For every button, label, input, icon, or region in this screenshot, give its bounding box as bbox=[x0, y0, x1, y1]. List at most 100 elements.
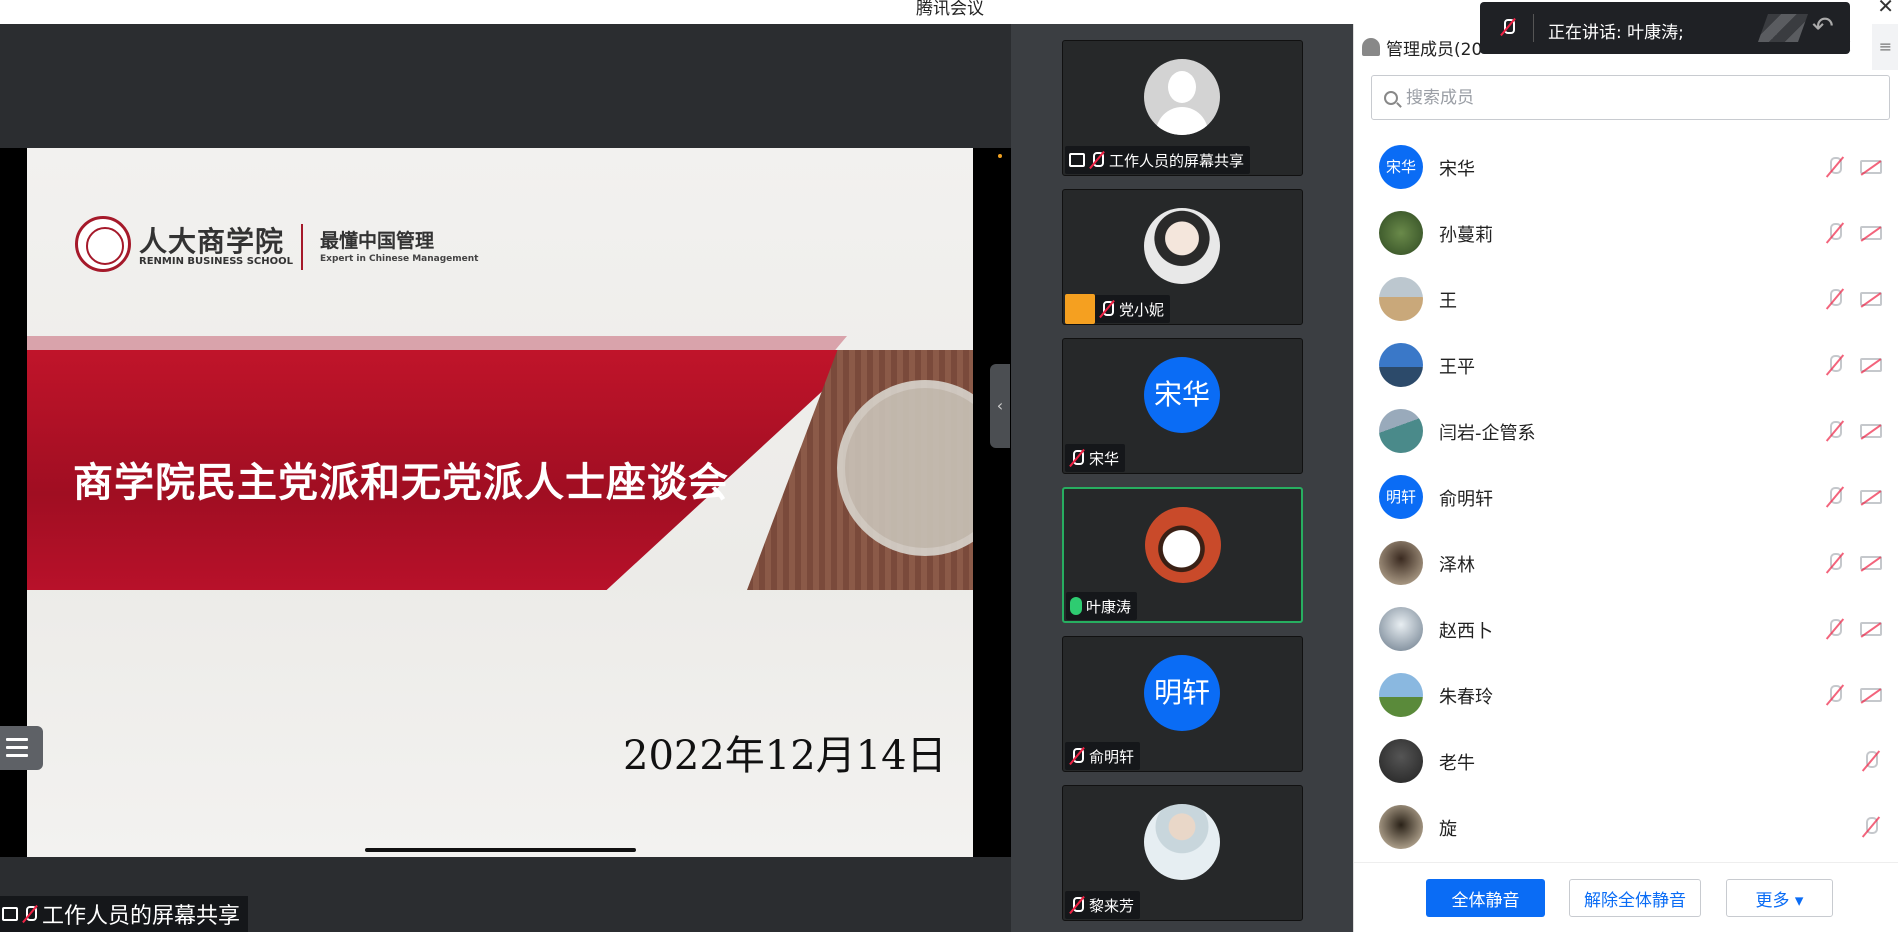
mic-off-icon bbox=[1099, 300, 1115, 318]
avatar bbox=[1379, 343, 1423, 387]
tile-name-tag: 宋华 bbox=[1065, 444, 1126, 472]
tile-name: 党小妮 bbox=[1119, 300, 1165, 319]
avatar bbox=[1379, 211, 1423, 255]
member-row[interactable]: 赵西卜 bbox=[1354, 596, 1898, 662]
member-name: 旋 bbox=[1439, 819, 1457, 840]
member-row[interactable]: 闫岩-企管系 bbox=[1354, 398, 1898, 464]
member-name: 赵西卜 bbox=[1439, 621, 1493, 642]
member-row[interactable]: 旋 bbox=[1354, 794, 1898, 860]
mute-all-button[interactable]: 全体静音 bbox=[1426, 879, 1545, 917]
camera-off-icon[interactable] bbox=[1860, 292, 1882, 306]
school-seal-icon bbox=[75, 216, 131, 272]
member-search[interactable] bbox=[1371, 75, 1890, 120]
avatar: 明轩 bbox=[1144, 655, 1220, 731]
member-row[interactable]: 孙蔓莉 bbox=[1354, 200, 1898, 266]
slide-headline: 商学院民主党派和无党派人士座谈会 bbox=[73, 460, 729, 506]
camera-off-icon[interactable] bbox=[1860, 622, 1882, 636]
mic-off-icon[interactable] bbox=[1824, 288, 1846, 310]
mic-off-icon[interactable] bbox=[1860, 816, 1882, 838]
more-button[interactable]: 更多 ▾ bbox=[1726, 879, 1833, 917]
slide-frame: 人大商学院 RENMIN BUSINESS SCHOOL 最懂中国管理 Expe… bbox=[0, 148, 1011, 857]
video-tile-active-speaker[interactable]: 叶康涛 bbox=[1062, 487, 1303, 623]
camera-off-icon[interactable] bbox=[1860, 688, 1882, 702]
video-tile[interactable]: 黎来芳 bbox=[1062, 785, 1303, 921]
members-panel-title: 管理成员(20 bbox=[1386, 39, 1483, 60]
member-row[interactable]: 老牛 bbox=[1354, 728, 1898, 794]
avatar bbox=[1379, 673, 1423, 717]
mic-off-icon[interactable] bbox=[1824, 552, 1846, 574]
avatar bbox=[1145, 507, 1221, 583]
logo-text-en: RENMIN BUSINESS SCHOOL bbox=[139, 256, 294, 267]
members-icon bbox=[1362, 38, 1380, 56]
member-row[interactable]: 王平 bbox=[1354, 332, 1898, 398]
video-tile[interactable]: 工作人员的屏幕共享 bbox=[1062, 40, 1303, 176]
members-panel-footer: 全体静音 解除全体静音 更多 ▾ bbox=[1354, 862, 1898, 932]
member-row[interactable]: 明轩 俞明轩 bbox=[1354, 464, 1898, 530]
avatar bbox=[1379, 541, 1423, 585]
search-input[interactable] bbox=[1406, 87, 1866, 108]
slide-date: 2022年12月14日 bbox=[623, 733, 947, 779]
shared-slide: 人大商学院 RENMIN BUSINESS SCHOOL 最懂中国管理 Expe… bbox=[27, 148, 973, 857]
video-tile[interactable]: 党小妮 bbox=[1062, 189, 1303, 325]
default-avatar-icon bbox=[1144, 59, 1220, 135]
screen-share-icon bbox=[1069, 153, 1085, 167]
mic-off-icon[interactable] bbox=[1824, 156, 1846, 178]
mic-off-icon[interactable] bbox=[1824, 486, 1846, 508]
camera-off-icon[interactable] bbox=[1860, 358, 1882, 372]
mic-off-icon[interactable] bbox=[1824, 684, 1846, 706]
camera-off-icon[interactable] bbox=[1860, 160, 1882, 174]
toast-decoration bbox=[1758, 14, 1808, 42]
member-row[interactable]: 泽林 bbox=[1354, 530, 1898, 596]
tile-name-tag: 叶康涛 bbox=[1066, 592, 1138, 620]
screen-share-icon bbox=[2, 907, 18, 921]
window-title: 腾讯会议 bbox=[916, 0, 984, 19]
tagline-en: Expert in Chinese Management bbox=[320, 254, 479, 264]
window-close-icon[interactable]: ✕ bbox=[1877, 0, 1894, 18]
member-row[interactable]: 王 bbox=[1354, 266, 1898, 332]
speaking-text: 正在讲话: 叶康涛; bbox=[1548, 23, 1684, 43]
avatar bbox=[1144, 208, 1220, 284]
tile-name: 黎来芳 bbox=[1089, 896, 1135, 915]
camera-off-icon[interactable] bbox=[1860, 490, 1882, 504]
mic-off-icon[interactable] bbox=[1860, 750, 1882, 772]
member-name: 王平 bbox=[1439, 357, 1475, 378]
search-icon bbox=[1384, 90, 1398, 105]
camera-off-icon[interactable] bbox=[1860, 556, 1882, 570]
mic-off-icon bbox=[1069, 896, 1085, 914]
tile-name: 工作人员的屏幕共享 bbox=[1109, 151, 1245, 170]
mic-off-icon[interactable] bbox=[1824, 222, 1846, 244]
list-menu-button[interactable] bbox=[0, 726, 43, 770]
mic-off-icon[interactable] bbox=[1500, 18, 1516, 36]
avatar: 宋华 bbox=[1379, 145, 1423, 189]
collapse-panel-button[interactable]: ‹ bbox=[990, 364, 1010, 448]
tile-name-tag: 俞明轩 bbox=[1065, 742, 1141, 770]
mic-off-icon[interactable] bbox=[1824, 420, 1846, 442]
member-row[interactable]: 宋华 宋华 bbox=[1354, 134, 1898, 200]
video-tile[interactable]: 明轩 俞明轩 bbox=[1062, 636, 1303, 772]
member-name: 老牛 bbox=[1439, 753, 1475, 774]
horizontal-scrollbar[interactable] bbox=[365, 848, 636, 852]
tagline-cn: 最懂中国管理 bbox=[320, 230, 435, 252]
tile-name: 俞明轩 bbox=[1089, 747, 1135, 766]
unmute-all-button[interactable]: 解除全体静音 bbox=[1569, 879, 1701, 917]
mic-off-icon[interactable] bbox=[1824, 354, 1846, 376]
video-tile[interactable]: 宋华 宋华 bbox=[1062, 338, 1303, 474]
panel-menu-icon[interactable]: ≡ bbox=[1872, 24, 1898, 70]
members-panel: 管理成员(20 ✕ ≡ 宋华 宋华 孙蔓莉 王 王平 bbox=[1353, 24, 1898, 932]
mic-off-icon bbox=[1089, 151, 1105, 169]
member-row[interactable]: 朱春玲 bbox=[1354, 662, 1898, 728]
camera-off-icon[interactable] bbox=[1860, 424, 1882, 438]
mic-off-icon[interactable] bbox=[1824, 618, 1846, 640]
undo-arrow-icon[interactable]: ↶ bbox=[1812, 12, 1834, 42]
avatar: 明轩 bbox=[1379, 475, 1423, 519]
member-name: 朱春玲 bbox=[1439, 687, 1493, 708]
camera-off-icon[interactable] bbox=[1860, 226, 1882, 240]
avatar: 宋华 bbox=[1144, 357, 1220, 433]
avatar bbox=[1379, 277, 1423, 321]
avatar bbox=[1379, 409, 1423, 453]
video-tile-column: 工作人员的屏幕共享 党小妮 宋华 宋华 叶康涛 明轩 俞明轩 黎来芳 bbox=[1011, 24, 1353, 932]
logo-divider bbox=[301, 224, 303, 270]
tile-name: 叶康涛 bbox=[1086, 597, 1132, 616]
mic-on-icon bbox=[1070, 597, 1082, 615]
meeting-window: 腾讯会议 ✕ 人大商学院 RENMIN BUSINESS SCHOOL 最懂中国… bbox=[0, 0, 1898, 932]
